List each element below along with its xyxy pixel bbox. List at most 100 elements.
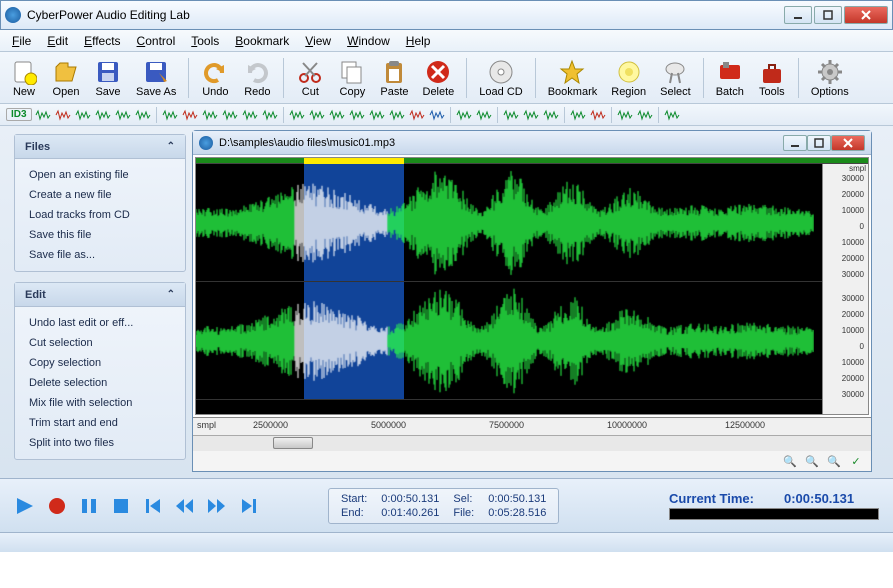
edit-item-6[interactable]: Split into two files — [15, 433, 185, 453]
zoom-in-button[interactable]: 🔍 — [781, 453, 799, 469]
zoom-selection-button[interactable]: 🔍 — [825, 453, 843, 469]
toolbar-select-button[interactable]: Select — [654, 56, 697, 100]
start-label: Start: — [341, 493, 367, 505]
edit-item-4[interactable]: Mix file with selection — [15, 393, 185, 413]
toolbar-save-as-button[interactable]: Save As — [130, 56, 182, 100]
stop-button[interactable] — [110, 495, 132, 517]
menu-control[interactable]: Control — [131, 32, 182, 50]
edit-panel-header[interactable]: Edit ⌃ — [15, 283, 185, 307]
menu-window[interactable]: Window — [341, 32, 396, 50]
rewind-button[interactable] — [174, 495, 196, 517]
files-panel-header[interactable]: Files ⌃ — [15, 135, 185, 159]
skip-start-button[interactable] — [142, 495, 164, 517]
effect-button-34[interactable] — [636, 107, 654, 123]
effect-button-24[interactable] — [475, 107, 493, 123]
files-item-0[interactable]: Open an existing file — [15, 165, 185, 185]
doc-minimize-button[interactable] — [783, 135, 807, 151]
edit-item-5[interactable]: Trim start and end — [15, 413, 185, 433]
toolbar-save-button[interactable]: Save — [88, 56, 128, 100]
toolbar-copy-button[interactable]: Copy — [332, 56, 372, 100]
effect-button-33[interactable] — [616, 107, 634, 123]
effect-button-23[interactable] — [455, 107, 473, 123]
waveform-area[interactable]: smpl300002000010000010000200003000030000… — [195, 157, 869, 415]
close-button[interactable] — [844, 6, 888, 24]
effect-button-30[interactable] — [569, 107, 587, 123]
files-item-3[interactable]: Save this file — [15, 225, 185, 245]
effect-button-18[interactable] — [368, 107, 386, 123]
toolbar-redo-button[interactable]: Redo — [237, 56, 277, 100]
effect-button-21[interactable] — [428, 107, 446, 123]
toolbar-open-button[interactable]: Open — [46, 56, 86, 100]
effect-button-8[interactable] — [181, 107, 199, 123]
play-button[interactable] — [14, 495, 36, 517]
effect-button-31[interactable] — [589, 107, 607, 123]
record-button[interactable] — [46, 495, 68, 517]
toolbar-undo-button[interactable]: Undo — [195, 56, 235, 100]
menu-edit[interactable]: Edit — [41, 32, 74, 50]
scrollbar-thumb[interactable] — [273, 437, 313, 449]
waveform-channel-left[interactable] — [196, 164, 868, 282]
doc-close-button[interactable] — [831, 135, 865, 151]
horizontal-scrollbar[interactable] — [193, 435, 871, 451]
minimize-button[interactable] — [784, 6, 812, 24]
effect-button-16[interactable] — [328, 107, 346, 123]
toolbar-region-button[interactable]: Region — [605, 56, 652, 100]
effect-button-20[interactable] — [408, 107, 426, 123]
zoom-out-button[interactable]: 🔍 — [803, 453, 821, 469]
effect-button-10[interactable] — [221, 107, 239, 123]
toolbar-delete-button[interactable]: Delete — [417, 56, 461, 100]
effect-button-3[interactable] — [94, 107, 112, 123]
effect-button-36[interactable] — [663, 107, 681, 123]
toolbar-new-button[interactable]: New — [4, 56, 44, 100]
effect-button-12[interactable] — [261, 107, 279, 123]
effect-button-15[interactable] — [308, 107, 326, 123]
skip-end-button[interactable] — [238, 495, 260, 517]
status-bar — [0, 532, 893, 552]
maximize-button[interactable] — [814, 6, 842, 24]
menu-help[interactable]: Help — [400, 32, 437, 50]
toolbar-cut-button[interactable]: Cut — [290, 56, 330, 100]
effect-button-26[interactable] — [502, 107, 520, 123]
effect-button-14[interactable] — [288, 107, 306, 123]
effect-button-5[interactable] — [134, 107, 152, 123]
toolbar-tools-button[interactable]: Tools — [752, 56, 792, 100]
waveform-channel-right[interactable] — [196, 282, 868, 400]
pause-button[interactable] — [78, 495, 100, 517]
toolbar-bookmark-button[interactable]: Bookmark — [542, 56, 604, 100]
effect-button-19[interactable] — [388, 107, 406, 123]
zoom-fit-button[interactable]: ✓ — [847, 453, 865, 469]
toolbar-options-button[interactable]: Options — [805, 56, 855, 100]
effect-button-0[interactable] — [34, 107, 52, 123]
menu-effects[interactable]: Effects — [78, 32, 126, 50]
toolbar-label: Load CD — [479, 86, 522, 98]
forward-button[interactable] — [206, 495, 228, 517]
toolbar-batch-button[interactable]: Batch — [710, 56, 750, 100]
menu-view[interactable]: View — [299, 32, 337, 50]
effect-button-7[interactable] — [161, 107, 179, 123]
files-item-2[interactable]: Load tracks from CD — [15, 205, 185, 225]
doc-maximize-button[interactable] — [807, 135, 831, 151]
edit-item-2[interactable]: Copy selection — [15, 353, 185, 373]
effect-button-28[interactable] — [542, 107, 560, 123]
toolbar-load-cd-button[interactable]: Load CD — [473, 56, 528, 100]
menu-bookmark[interactable]: Bookmark — [229, 32, 295, 50]
edit-item-3[interactable]: Delete selection — [15, 373, 185, 393]
effect-button-11[interactable] — [241, 107, 259, 123]
effect-button-9[interactable] — [201, 107, 219, 123]
edit-item-1[interactable]: Cut selection — [15, 333, 185, 353]
files-item-1[interactable]: Create a new file — [15, 185, 185, 205]
edit-item-0[interactable]: Undo last edit or eff... — [15, 313, 185, 333]
menu-tools[interactable]: Tools — [185, 32, 225, 50]
toolbar-paste-button[interactable]: Paste — [374, 56, 414, 100]
file-label: File: — [453, 507, 474, 519]
id3-button[interactable]: ID3 — [6, 108, 32, 121]
sel-label: Sel: — [453, 493, 474, 505]
files-item-4[interactable]: Save file as... — [15, 245, 185, 265]
effect-button-1[interactable] — [54, 107, 72, 123]
effect-button-17[interactable] — [348, 107, 366, 123]
effect-button-2[interactable] — [74, 107, 92, 123]
effect-button-27[interactable] — [522, 107, 540, 123]
effect-button-4[interactable] — [114, 107, 132, 123]
main-toolbar: NewOpenSaveSave As UndoRedo CutCopyPasteDe… — [0, 52, 893, 104]
menu-file[interactable]: File — [6, 32, 37, 50]
